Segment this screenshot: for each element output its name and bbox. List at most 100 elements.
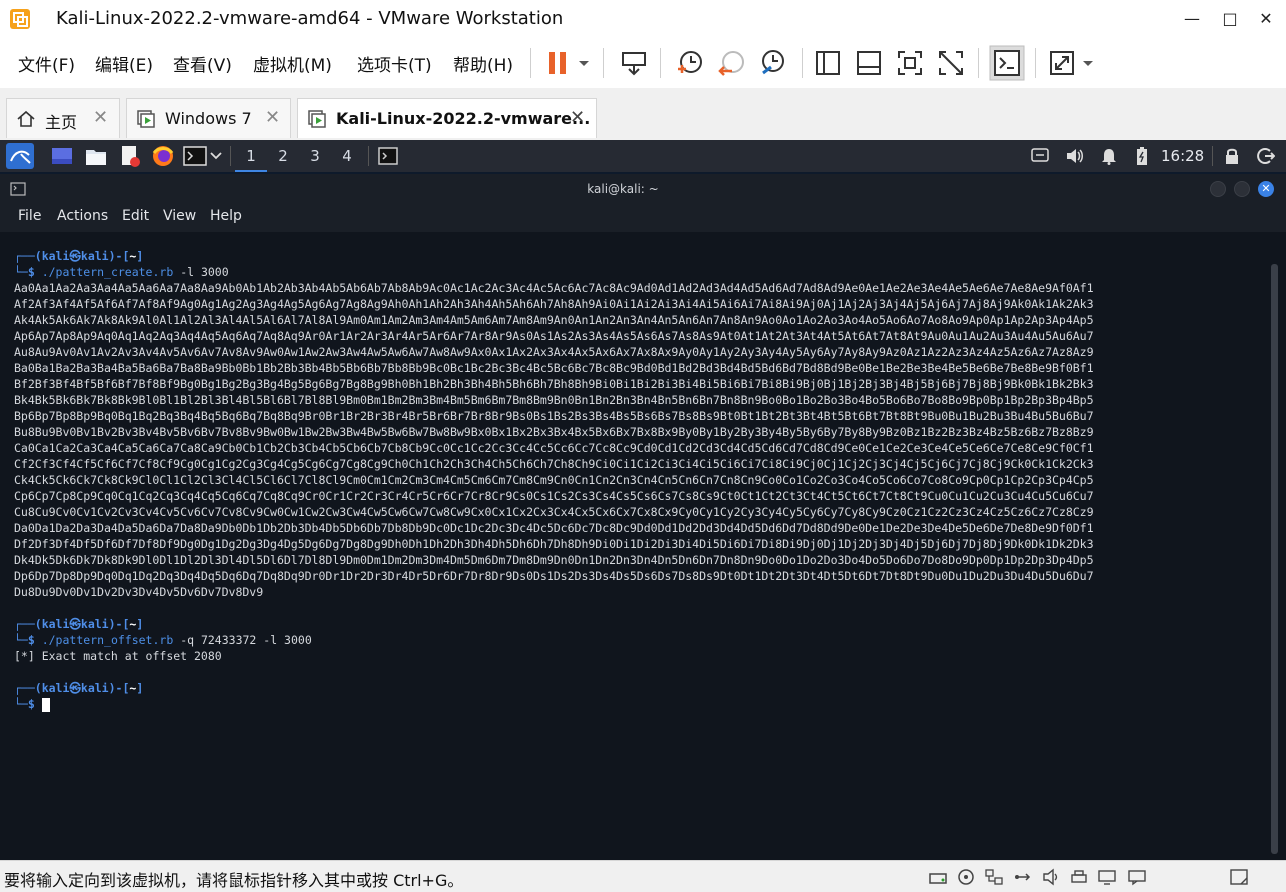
panel-separator	[368, 146, 369, 166]
terminal-task-icon[interactable]	[378, 147, 398, 165]
terminal-menu-file[interactable]: File	[18, 208, 41, 224]
thumbnail-icon[interactable]	[853, 47, 885, 79]
vm-icon	[308, 110, 326, 128]
window-title: Kali-Linux-2022.2-vmware-amd64 - VMware …	[56, 8, 564, 29]
snapshot-manager-icon[interactable]	[757, 47, 789, 79]
chevron-down-icon[interactable]	[209, 150, 223, 162]
pattern-line: Ca0Ca1Ca2Ca3Ca4Ca5Ca6Ca7Ca8Ca9Cb0Cb1Cb2C…	[14, 441, 1094, 455]
panel-separator	[1212, 146, 1213, 166]
workspace-2[interactable]: 2	[267, 140, 299, 172]
pattern-line: Dp6Dp7Dp8Dp9Dq0Dq1Dq2Dq3Dq4Dq5Dq6Dq7Dq8D…	[14, 569, 1094, 583]
network-icon[interactable]	[984, 868, 1004, 886]
menu-help[interactable]: 帮助(H)	[453, 51, 513, 76]
revert-snapshot-icon[interactable]	[716, 47, 748, 79]
tab-bar: 主页 ✕ Windows 7 ✕ Kali-Linux-2022.2-vmwar…	[0, 88, 1286, 140]
terminal-menu-actions[interactable]: Actions	[57, 208, 108, 224]
status-message: 要将输入定向到该虚拟机，请将鼠标指针移入其中或按 Ctrl+G。	[4, 871, 464, 890]
pattern-line: Du8Du9Dv0Dv1Dv2Dv3Dv4Dv5Dv6Dv7Dv8Dv9	[14, 585, 264, 599]
workspace-3[interactable]: 3	[299, 140, 331, 172]
printer-icon[interactable]	[1069, 868, 1089, 886]
pattern-line: Bp6Bp7Bp8Bp9Bq0Bq1Bq2Bq3Bq4Bq5Bq6Bq7Bq8B…	[14, 409, 1094, 423]
menu-view[interactable]: 查看(V)	[173, 51, 232, 76]
pattern-line: Ba0Ba1Ba2Ba3Ba4Ba5Ba6Ba7Ba8Ba9Bb0Bb1Bb2B…	[14, 361, 1094, 375]
firefox-icon[interactable]	[152, 145, 174, 167]
usb-icon[interactable]	[1013, 868, 1033, 886]
window-titlebar: Kali-Linux-2022.2-vmware-amd64 - VMware …	[0, 0, 1286, 38]
menu-tabs[interactable]: 选项卡(T)	[357, 51, 432, 76]
maximize-icon[interactable]: □	[1212, 4, 1248, 34]
tab-label: Kali-Linux-2022.2-vmware...	[336, 109, 591, 128]
terminal-scrollbar[interactable]	[1271, 264, 1278, 854]
volume-icon[interactable]	[1065, 147, 1085, 165]
battery-icon	[1137, 147, 1147, 165]
pattern-line: Df2Df3Df4Df5Df6Df7Df8Df9Dg0Dg1Dg2Dg3Dg4D…	[14, 537, 1094, 551]
close-icon[interactable]: ✕	[265, 107, 280, 128]
hdd-icon[interactable]	[928, 868, 948, 886]
prompt-header: ┌──(kali㉿kali)-[~]	[14, 681, 144, 695]
panel-separator	[230, 146, 231, 166]
terminal-menubar: File Actions Edit View Help	[0, 204, 1286, 232]
menu-file[interactable]: 文件(F)	[18, 51, 75, 76]
lock-icon[interactable]	[1224, 147, 1240, 165]
expand-icon[interactable]	[1229, 868, 1249, 886]
pattern-line: Af2Af3Af4Af5Af6Af7Af8Af9Ag0Ag1Ag2Ag3Ag4A…	[14, 297, 1094, 311]
display-icon[interactable]	[1031, 148, 1049, 164]
sound-icon[interactable]	[1041, 868, 1061, 886]
snapshot-icon[interactable]	[674, 47, 706, 79]
close-icon[interactable]: ✕	[570, 107, 585, 128]
tab-windows-7[interactable]: Windows 7 ✕	[126, 98, 291, 138]
menu-vm[interactable]: 虚拟机(M)	[253, 51, 332, 76]
command-line: └─$	[14, 696, 1264, 712]
file-manager-icon[interactable]	[85, 146, 107, 166]
vmware-logo-icon	[10, 9, 30, 29]
toolbar-separator	[603, 48, 604, 78]
vm-display[interactable]: 1 2 3 4 16:28 kali@kali: ~ ✕ File Action…	[0, 140, 1286, 860]
terminal-maximize-icon[interactable]	[1234, 181, 1250, 197]
fullscreen-icon[interactable]	[894, 47, 926, 79]
kali-menu-icon[interactable]	[6, 143, 34, 169]
toolbar-separator	[978, 48, 979, 78]
console-view-icon[interactable]	[989, 45, 1025, 81]
command-line: └─$ ./pattern_offset.rb -q 72433372 -l 3…	[14, 633, 312, 647]
terminal-menu-view[interactable]: View	[163, 208, 196, 224]
terminal-minimize-icon[interactable]	[1210, 181, 1226, 197]
logout-icon[interactable]	[1257, 147, 1275, 165]
minimize-icon[interactable]: —	[1174, 4, 1210, 34]
workspace-4[interactable]: 4	[331, 140, 363, 172]
pattern-line: Cu8Cu9Cv0Cv1Cv2Cv3Cv4Cv5Cv6Cv7Cv8Cv9Cw0C…	[14, 505, 1094, 519]
workspace-1[interactable]: 1	[235, 140, 267, 172]
display-icon[interactable]	[1097, 868, 1117, 886]
terminal-output[interactable]: ┌──(kali㉿kali)-[~] └─$ ./pattern_create.…	[14, 248, 1264, 848]
cd-icon[interactable]	[956, 868, 976, 886]
menu-edit[interactable]: 编辑(E)	[95, 51, 153, 76]
terminal-menu-edit[interactable]: Edit	[122, 208, 149, 224]
pattern-output: Aa0Aa1Aa2Aa3Aa4Aa5Aa6Aa7Aa8Aa9Ab0Ab1Ab2A…	[14, 280, 1264, 600]
send-keys-icon[interactable]	[618, 47, 650, 79]
pattern-line: Bk4Bk5Bk6Bk7Bk8Bk9Bl0Bl1Bl2Bl3Bl4Bl5Bl6B…	[14, 393, 1094, 407]
dropdown-icon[interactable]	[574, 47, 594, 79]
terminal-menu-help[interactable]: Help	[210, 208, 242, 224]
toolbar-separator	[802, 48, 803, 78]
tab-label: 主页	[45, 113, 78, 132]
tab-kali-linux[interactable]: Kali-Linux-2022.2-vmware... ✕	[297, 98, 597, 138]
terminal-close-icon[interactable]: ✕	[1258, 181, 1274, 197]
clock[interactable]: 16:28	[1161, 147, 1204, 165]
close-icon[interactable]: ✕	[93, 107, 108, 128]
unity-icon[interactable]	[935, 47, 967, 79]
close-icon[interactable]: ✕	[1248, 4, 1284, 34]
notification-bell-icon[interactable]	[1100, 147, 1118, 165]
dropdown-icon[interactable]	[1078, 47, 1098, 79]
desktop-icon[interactable]	[51, 147, 73, 165]
terminal-icon[interactable]	[183, 146, 207, 166]
pause-icon[interactable]	[542, 47, 574, 79]
library-icon[interactable]	[812, 47, 844, 79]
text-editor-icon[interactable]	[119, 145, 141, 167]
terminal-titlebar: kali@kali: ~ ✕	[0, 174, 1286, 204]
tab-home[interactable]: 主页 ✕	[6, 98, 120, 138]
stretch-icon[interactable]	[1046, 47, 1078, 79]
pattern-line: Dk4Dk5Dk6Dk7Dk8Dk9Dl0Dl1Dl2Dl3Dl4Dl5Dl6D…	[14, 553, 1094, 567]
terminal-title: kali@kali: ~	[587, 182, 659, 196]
pattern-line: Aa0Aa1Aa2Aa3Aa4Aa5Aa6Aa7Aa8Aa9Ab0Ab1Ab2A…	[14, 281, 1094, 295]
text-cursor	[41, 697, 50, 712]
message-icon[interactable]	[1127, 868, 1147, 886]
